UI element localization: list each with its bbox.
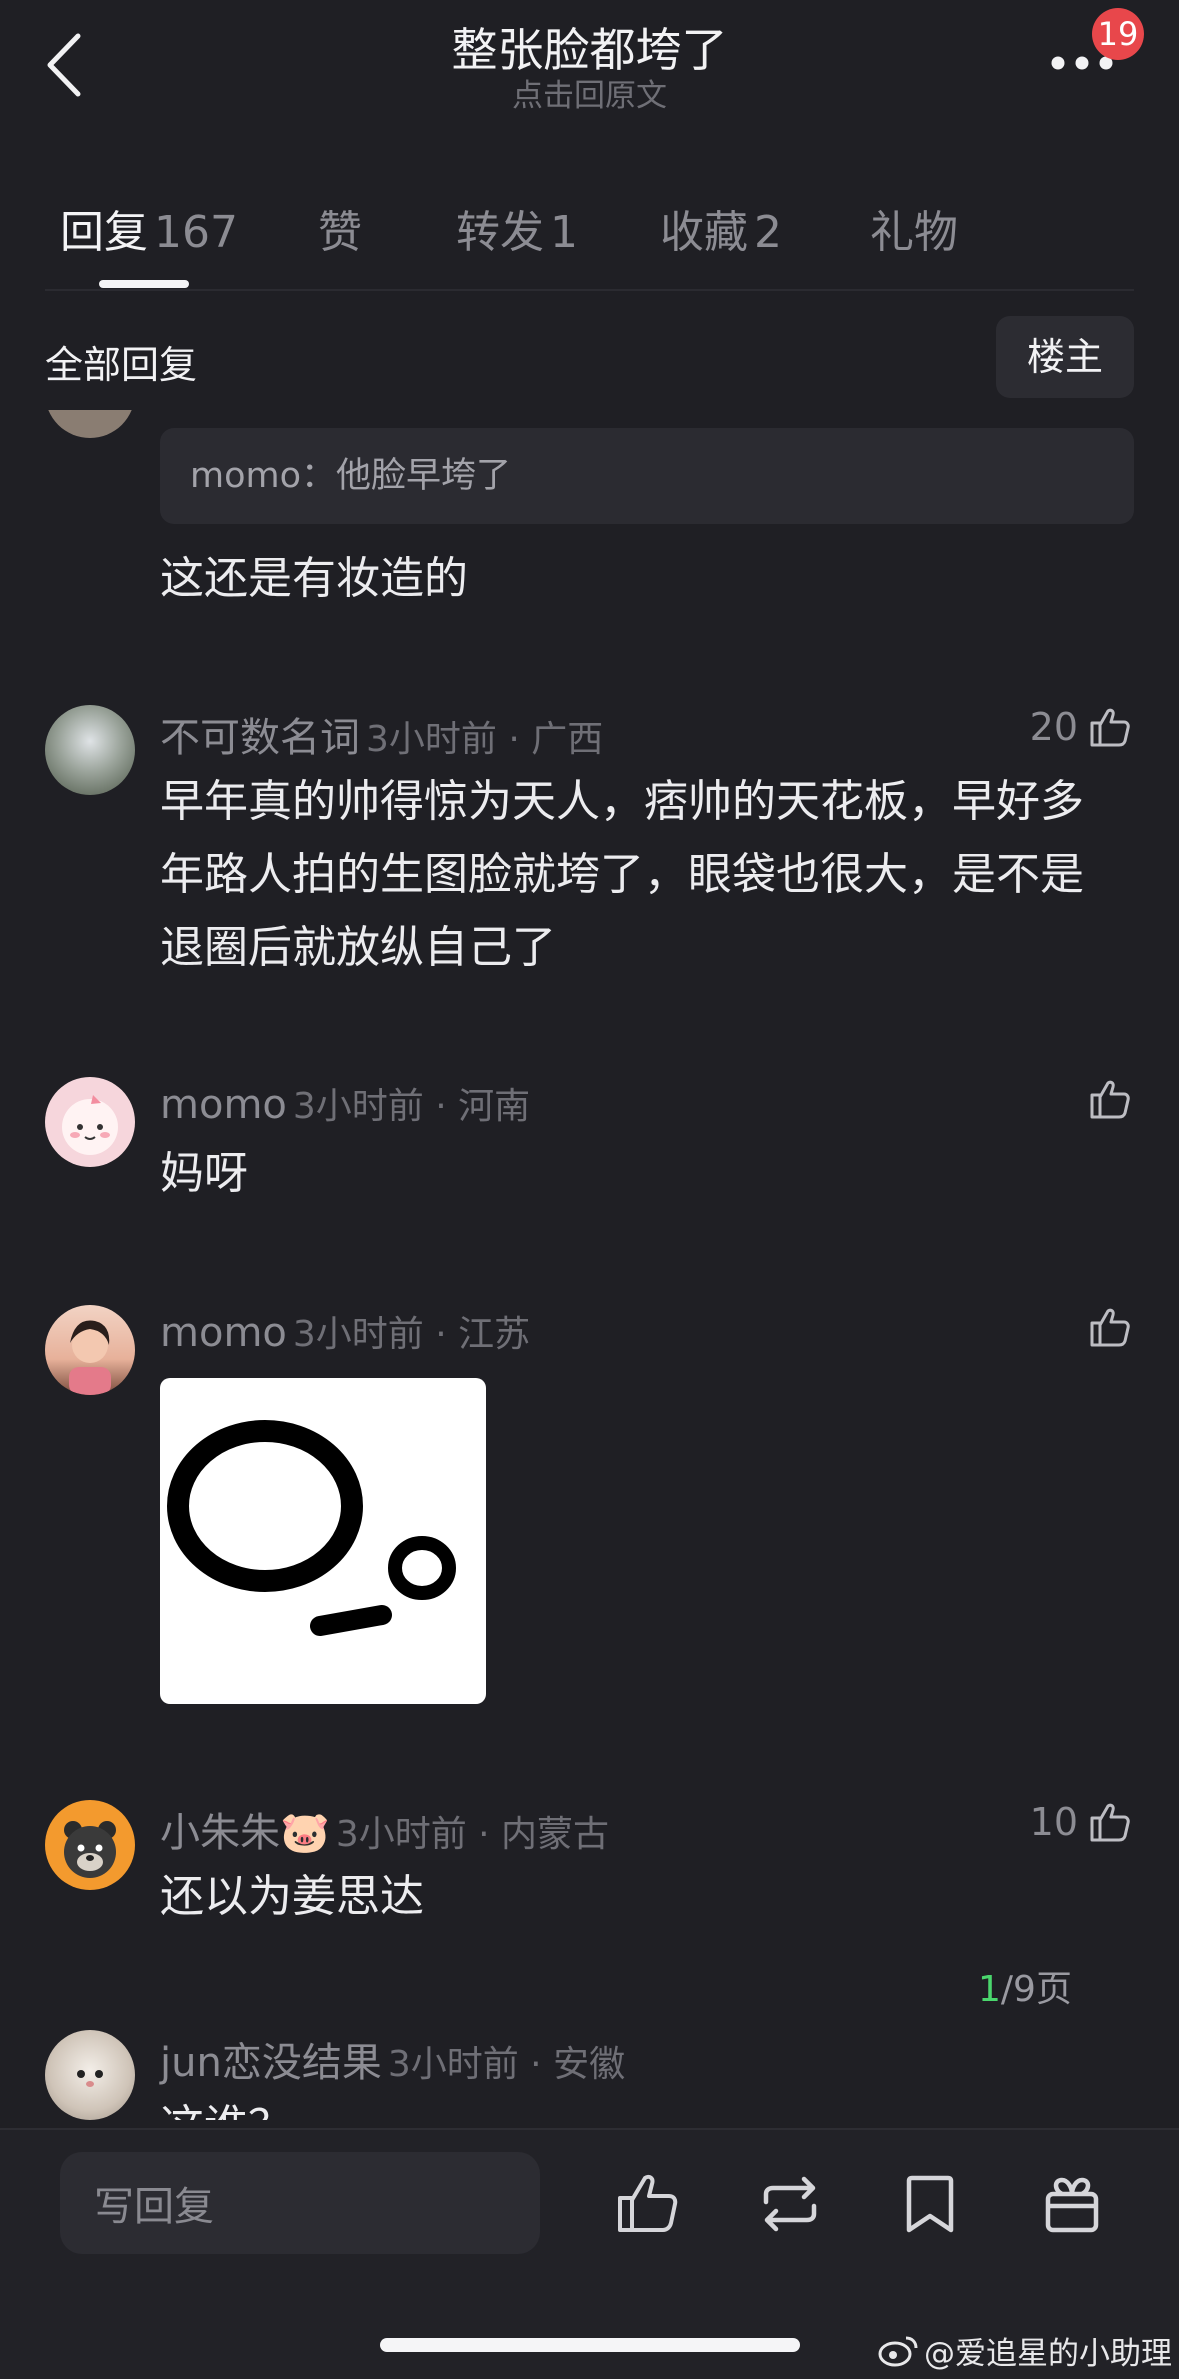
avatar[interactable]	[45, 410, 135, 438]
reply-text: 这还是有妆造的	[160, 553, 468, 604]
avatar[interactable]	[45, 1077, 135, 1167]
like-button[interactable]: 10	[1030, 1795, 1134, 1849]
time-location: 3小时前 · 安徽	[387, 2044, 626, 2085]
avatar[interactable]	[45, 2030, 135, 2120]
like-button[interactable]	[1086, 1300, 1134, 1354]
time-location: 3小时前 · 江苏	[292, 1314, 531, 1355]
tab-label: 回复	[60, 207, 148, 258]
quoted-reply[interactable]: momo：他脸早垮了	[160, 428, 1134, 524]
tab-count: 1	[550, 207, 578, 258]
tab-reposts[interactable]: 转发 1	[456, 196, 578, 260]
more-icon[interactable]	[1050, 55, 1114, 71]
weibo-logo-icon	[878, 2336, 918, 2366]
like-button[interactable]	[1086, 1072, 1134, 1126]
tab-count: 167	[154, 207, 238, 258]
tab-label: 赞	[318, 207, 362, 258]
gift-icon[interactable]	[1036, 2168, 1108, 2240]
thumbs-up-icon	[1090, 1803, 1130, 1842]
back-to-original-link[interactable]: 点击回原文	[0, 70, 1179, 115]
tab-replies[interactable]: 回复 167	[60, 196, 238, 260]
username[interactable]: 小朱朱🐷	[160, 1810, 330, 1856]
current-page: 1	[978, 1969, 1001, 2010]
like-icon[interactable]	[612, 2168, 684, 2240]
thumbs-up-icon	[1090, 708, 1130, 747]
reply-text: 早年真的帅得惊为天人，痞帅的天花板，早好多年路人拍的生图脸就垮了，眼袋也很大，是…	[160, 776, 1084, 973]
total-pages: /9页	[1000, 1969, 1072, 2010]
avatar[interactable]	[45, 705, 135, 795]
like-button[interactable]: 20	[1030, 700, 1134, 754]
thumbs-up-icon	[1090, 1308, 1130, 1347]
person-avatar-icon	[69, 1320, 111, 1395]
reply-meta: 不可数名词 3小时前 · 广西	[160, 705, 603, 763]
reply-meta: jun恋没结果 3小时前 · 安徽	[160, 2030, 625, 2088]
reply-meta: 小朱朱🐷 3小时前 · 内蒙古	[160, 1800, 609, 1858]
tab-favorites[interactable]: 收藏 2	[660, 196, 782, 260]
reply-text: 还以为姜思达	[160, 1871, 424, 1922]
bookmark-icon[interactable]	[894, 2168, 966, 2240]
tab-count: 2	[754, 207, 782, 258]
time-location: 3小时前 · 内蒙古	[335, 1814, 610, 1855]
username[interactable]: momo	[160, 1082, 287, 1128]
watermark-text: @爱追星的小助理	[924, 2336, 1172, 2372]
username[interactable]: momo	[160, 1310, 287, 1356]
reply-text: 妈呀	[160, 1148, 248, 1199]
like-count: 20	[1029, 705, 1078, 749]
thumbs-up-icon	[1090, 1080, 1130, 1119]
active-tab-indicator	[99, 280, 189, 288]
op-filter-button[interactable]: 楼主	[996, 316, 1134, 398]
tab-label: 礼物	[870, 207, 958, 258]
tab-likes[interactable]: 赞	[318, 196, 362, 260]
time-location: 3小时前 · 广西	[366, 719, 604, 760]
notification-badge: 19	[1092, 8, 1144, 60]
watermark: @爱追星的小助理	[878, 2328, 1172, 2373]
section-title: 全部回复	[45, 343, 198, 387]
home-indicator	[380, 2338, 800, 2352]
reply-placeholder[interactable]: 写回复	[94, 2174, 214, 2232]
bear-avatar-icon	[64, 1821, 116, 1878]
username[interactable]: jun恋没结果	[160, 2040, 382, 2086]
surprised-face-sticker-icon	[167, 1420, 456, 1636]
reply-image[interactable]	[160, 1378, 486, 1704]
avatar[interactable]	[45, 1800, 135, 1890]
repost-icon[interactable]	[754, 2168, 826, 2240]
reply-meta: momo 3小时前 · 河南	[160, 1077, 530, 1129]
time-location: 3小时前 · 河南	[292, 1086, 531, 1127]
page-indicator[interactable]: 1/9页	[978, 1960, 1072, 2012]
username[interactable]: 不可数名词	[160, 715, 360, 761]
divider	[45, 289, 1134, 291]
reply-meta: momo 3小时前 · 江苏	[160, 1305, 530, 1357]
like-count: 10	[1029, 1800, 1078, 1844]
reply-list[interactable]: momo：他脸早垮了 这还是有妆造的 不可数名词 3小时前 · 广西 20 早年真…	[0, 410, 1179, 2120]
tab-label: 收藏	[660, 207, 748, 258]
reply-text: 这谁？	[160, 2090, 1120, 2120]
tab-label: 转发	[456, 207, 544, 258]
avatar[interactable]	[45, 1305, 135, 1395]
tab-gifts[interactable]: 礼物	[870, 196, 958, 260]
cartoon-avatar-icon	[62, 1095, 118, 1155]
hamster-avatar-icon	[77, 2070, 103, 2087]
